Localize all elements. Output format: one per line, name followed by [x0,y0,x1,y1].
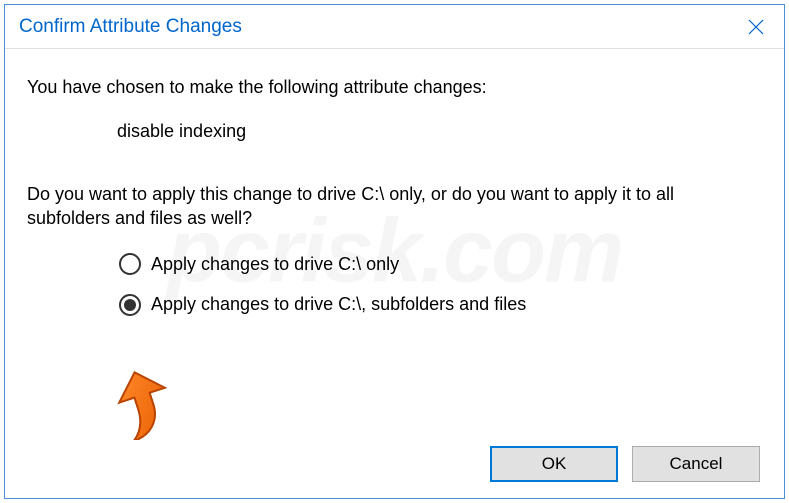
radio-icon [119,253,141,275]
titlebar: Confirm Attribute Changes [5,5,784,49]
intro-text: You have chosen to make the following at… [27,75,762,99]
radio-option-drive-only[interactable]: Apply changes to drive C:\ only [119,252,762,276]
radio-icon [119,294,141,316]
dialog-title: Confirm Attribute Changes [19,16,242,38]
radio-label: Apply changes to drive C:\ only [151,252,399,276]
radio-option-subfolders-files[interactable]: Apply changes to drive C:\, subfolders a… [119,292,762,316]
button-bar: OK Cancel [490,446,760,482]
change-item: disable indexing [117,119,762,143]
confirm-attribute-changes-dialog: Confirm Attribute Changes pcrisk.com You… [4,4,785,499]
ok-button[interactable]: OK [490,446,618,482]
close-icon [748,19,764,35]
close-button[interactable] [728,5,784,49]
arrow-pointer-icon [111,370,171,440]
radio-group: Apply changes to drive C:\ only Apply ch… [119,252,762,317]
dialog-content: You have chosen to make the following at… [5,49,784,351]
radio-label: Apply changes to drive C:\, subfolders a… [151,292,526,316]
cancel-button[interactable]: Cancel [632,446,760,482]
question-text: Do you want to apply this change to driv… [27,182,762,231]
